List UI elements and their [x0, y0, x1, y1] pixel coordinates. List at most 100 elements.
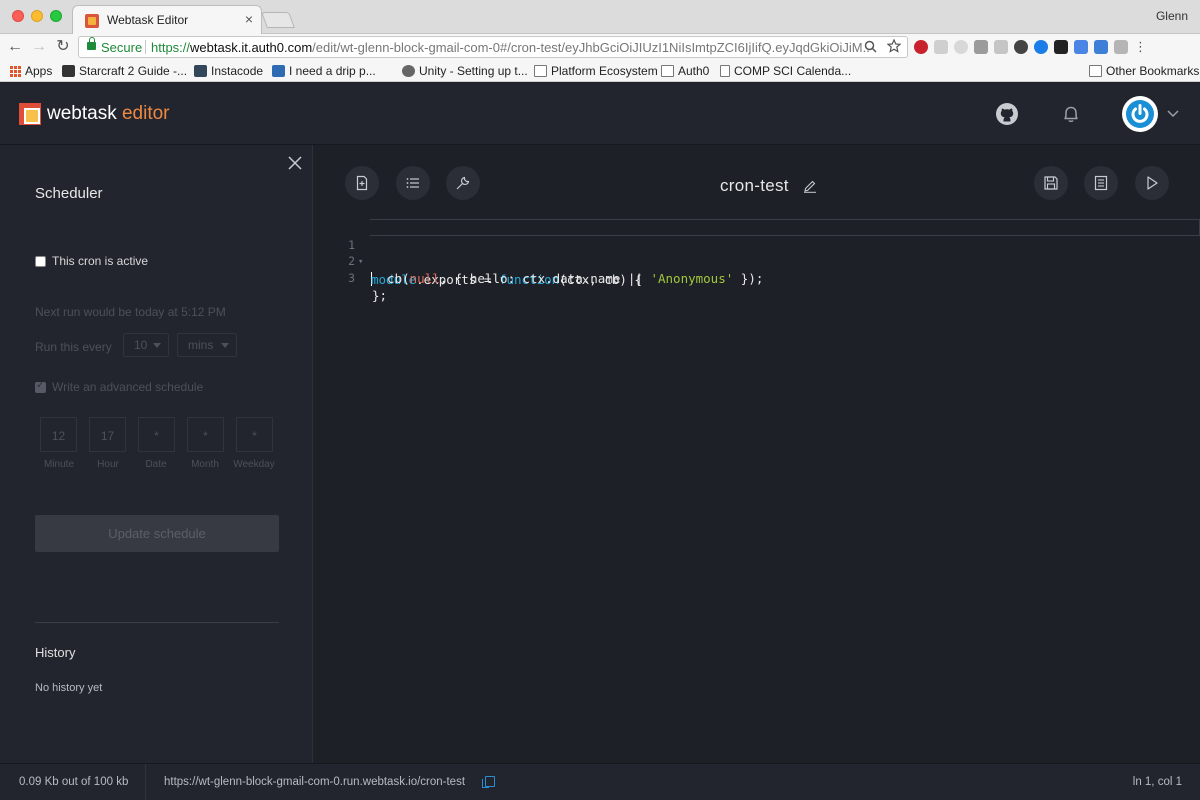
webtask-favicon-icon	[85, 14, 99, 28]
bookmark-starcraft[interactable]: Starcraft 2 Guide -...	[62, 64, 187, 78]
bookmark-unity[interactable]: Unity - Setting up t...	[402, 64, 528, 78]
cron-active-checkbox[interactable]	[35, 255, 46, 267]
back-arrow-icon[interactable]: ←	[6, 38, 24, 56]
cron-hour-label: Hour	[97, 459, 119, 470]
address-bar[interactable]: Secure https://webtask.it.auth0.com/edit…	[78, 36, 908, 58]
user-avatar[interactable]	[1122, 96, 1158, 132]
page-icon	[720, 65, 730, 77]
webtask-url-link[interactable]: https://wt-glenn-block-gmail-com-0.run.w…	[164, 776, 465, 788]
cron-date-field[interactable]: *	[138, 417, 175, 452]
play-icon	[1147, 176, 1158, 190]
new-file-button[interactable]	[345, 166, 379, 200]
cron-minute-label: Minute	[43, 459, 74, 470]
extension-icon[interactable]	[934, 40, 948, 54]
instacode-icon	[194, 65, 207, 77]
history-empty-text: No history yet	[35, 682, 103, 694]
cron-month-field[interactable]: *	[187, 417, 224, 452]
bookmark-star-icon[interactable]	[886, 38, 902, 53]
omnibox-icons	[864, 38, 902, 54]
starcraft-icon	[62, 65, 75, 77]
extension-icon[interactable]	[974, 40, 988, 54]
brand-title[interactable]: webtask editor	[47, 103, 170, 125]
browser-toolbar: ← → ↻ Secure https://webtask.it.auth0.co…	[0, 34, 1200, 60]
save-button[interactable]	[1034, 166, 1068, 200]
extension-icon[interactable]	[1114, 40, 1128, 54]
list-button[interactable]	[396, 166, 430, 200]
logs-button[interactable]	[1084, 166, 1118, 200]
extension-icon[interactable]	[1054, 40, 1068, 54]
bookmark-comp-sci[interactable]: COMP SCI Calenda...	[720, 64, 851, 78]
secure-label: Secure	[101, 40, 143, 55]
bookmark-label: Apps	[25, 64, 53, 78]
brand-accent: editor	[121, 103, 170, 124]
tab-close-icon[interactable]: ×	[245, 11, 253, 27]
close-icon[interactable]	[287, 155, 303, 171]
onepassword-icon[interactable]	[1014, 40, 1028, 54]
browser-tab-webtask-editor[interactable]: Webtask Editor ×	[72, 5, 262, 35]
extension-icon[interactable]	[954, 40, 968, 54]
new-tab-button[interactable]	[261, 12, 295, 28]
file-name-title: cron-test	[720, 176, 789, 195]
reload-icon[interactable]: ↻	[54, 38, 72, 56]
url-text[interactable]: https://webtask.it.auth0.com/edit/wt-gle…	[151, 40, 871, 55]
update-schedule-button[interactable]: Update schedule	[35, 515, 279, 552]
zoom-icon[interactable]	[864, 40, 877, 53]
unity-icon	[402, 65, 415, 77]
line-number: 3	[348, 271, 355, 285]
cron-weekday-label: Weekday	[233, 459, 275, 470]
forward-arrow-icon[interactable]: →	[30, 38, 48, 56]
bookmark-label: Auth0	[678, 64, 710, 78]
cron-active-toggle[interactable]: This cron is active	[35, 254, 148, 268]
bookmark-platform-ecosystem[interactable]: Platform Ecosystem	[534, 64, 658, 78]
cron-weekday-field[interactable]: *	[236, 417, 273, 452]
advanced-schedule-toggle[interactable]: Write an advanced schedule	[35, 380, 203, 394]
google-translate-icon[interactable]	[1074, 40, 1088, 54]
bookmarks-bar: Apps Starcraft 2 Guide -... Instacode I …	[0, 60, 1200, 82]
bookmark-drip[interactable]: I need a drip p...	[272, 64, 376, 78]
brand-name: webtask	[47, 103, 117, 124]
edit-pencil-icon[interactable]	[803, 179, 817, 193]
window-minimize-button[interactable]	[31, 10, 43, 22]
window-close-button[interactable]	[12, 10, 24, 22]
code-area[interactable]: 1 ▾ module.exports = function(ctx, cb) {…	[313, 219, 1200, 303]
url-scheme: https://	[151, 40, 191, 55]
cron-hour-field[interactable]: 17	[89, 417, 126, 452]
bookmark-label: Instacode	[211, 64, 264, 78]
code-line: 2 cb(null, { hello: ctx.data.name || 'An…	[313, 236, 1200, 286]
extension-icon[interactable]	[994, 40, 1008, 54]
chevron-down-icon[interactable]	[1167, 110, 1179, 118]
cron-date-label: Date	[145, 459, 167, 470]
window-zoom-button[interactable]	[50, 10, 62, 22]
advanced-schedule-checkbox[interactable]	[35, 380, 46, 393]
other-bookmarks[interactable]: Other Bookmarks	[1089, 64, 1199, 78]
bookmark-auth0[interactable]: Auth0	[661, 64, 709, 78]
settings-button[interactable]	[446, 166, 480, 200]
interval-value: 10	[134, 338, 148, 352]
list-icon	[406, 178, 419, 188]
extension-icon[interactable]	[1034, 40, 1048, 54]
interval-unit-select[interactable]: mins	[177, 333, 237, 357]
chrome-menu-icon[interactable]: ⋮	[1134, 40, 1147, 54]
chevron-down-icon	[153, 343, 161, 348]
advanced-schedule-label: Write an advanced schedule	[52, 380, 204, 394]
section-divider	[35, 622, 279, 623]
cron-minute-field[interactable]: 12	[40, 417, 77, 452]
extension-icon[interactable]	[1094, 40, 1108, 54]
copy-icon[interactable]	[482, 776, 495, 788]
new-file-icon	[356, 175, 368, 191]
github-icon[interactable]	[995, 102, 1019, 126]
bookmark-apps[interactable]: Apps	[10, 64, 52, 78]
bookmark-label: I need a drip p...	[289, 64, 376, 78]
notifications-bell-icon[interactable]	[1059, 102, 1083, 126]
run-button[interactable]	[1135, 166, 1169, 200]
app-header: webtask editor	[0, 83, 1200, 145]
interval-value-select[interactable]: 10	[123, 333, 169, 357]
bookmark-instacode[interactable]: Instacode	[194, 64, 263, 78]
interval-unit: mins	[188, 338, 214, 352]
browser-profile-name[interactable]: Glenn	[1156, 9, 1188, 23]
bookmark-label: Platform Ecosystem	[551, 64, 658, 78]
pinterest-icon[interactable]	[914, 40, 928, 54]
bookmark-label: Starcraft 2 Guide -...	[79, 64, 188, 78]
cron-month-label: Month	[191, 459, 219, 470]
code-line: 1 ▾ module.exports = function(ctx, cb) {	[348, 219, 1200, 287]
